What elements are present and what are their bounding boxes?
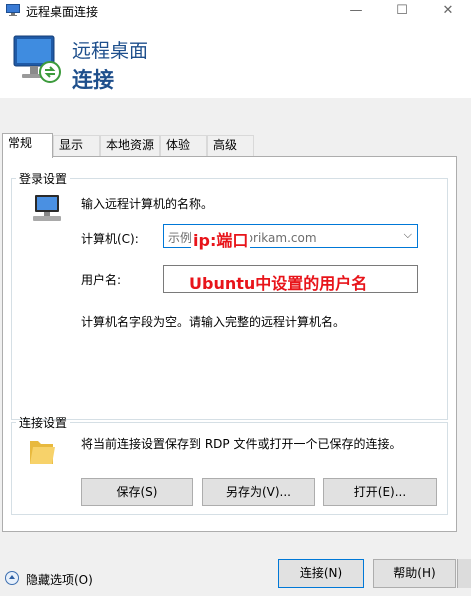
tab-experience[interactable]: 体验 bbox=[160, 135, 207, 156]
title-bar: 远程桌面连接 — ☐ ✕ bbox=[0, 0, 471, 22]
collapse-options-icon[interactable] bbox=[5, 571, 19, 585]
connection-settings-legend: 连接设置 bbox=[19, 416, 68, 430]
username-annotation: Ubuntu中设置的用户名 bbox=[189, 274, 368, 293]
minimize-button[interactable]: — bbox=[333, 0, 379, 22]
header-banner: 远程桌面 连接 bbox=[0, 22, 471, 98]
ip-port-annotation: ip:端口 bbox=[191, 227, 251, 251]
folder-icon bbox=[30, 441, 55, 464]
computer-icon bbox=[33, 195, 61, 221]
hide-options-link[interactable]: 隐藏选项(O) bbox=[26, 571, 93, 588]
close-button[interactable]: ✕ bbox=[425, 0, 471, 22]
resize-grip[interactable] bbox=[457, 559, 471, 588]
save-as-button[interactable]: 另存为(V)... bbox=[202, 478, 315, 506]
empty-computer-hint: 计算机名字段为空。请输入完整的远程计算机名。 bbox=[81, 315, 346, 329]
tab-general[interactable]: 常规 bbox=[2, 133, 53, 158]
tab-advanced[interactable]: 高级 bbox=[207, 135, 254, 156]
save-button[interactable]: 保存(S) bbox=[81, 478, 193, 506]
help-button[interactable]: 帮助(H) bbox=[373, 559, 456, 588]
general-tab-panel: 登录设置 输入远程计算机的名称。 计算机(C): 示例 .fabrikam.com… bbox=[2, 156, 457, 532]
login-settings-group: 登录设置 bbox=[11, 170, 448, 420]
username-label: 用户名: bbox=[81, 273, 122, 287]
banner-subtitle: 连接 bbox=[72, 68, 114, 92]
window-title: 远程桌面连接 bbox=[26, 5, 99, 19]
computer-label: 计算机(C): bbox=[81, 232, 139, 246]
username-field[interactable]: Ubuntu中设置的用户名 bbox=[163, 265, 418, 293]
chevron-down-icon[interactable]: ⌵ bbox=[404, 228, 412, 242]
maximize-button[interactable]: ☐ bbox=[379, 0, 425, 22]
computer-combobox[interactable]: 示例 .fabrikam.com ⌵ ip:端口 bbox=[163, 224, 418, 251]
remote-computer-icon bbox=[13, 35, 61, 83]
tab-display[interactable]: 显示 bbox=[53, 135, 100, 156]
open-button[interactable]: 打开(E)... bbox=[323, 478, 437, 506]
login-settings-legend: 登录设置 bbox=[19, 172, 68, 186]
tab-strip: 常规 显示 本地资源 体验 高级 bbox=[0, 133, 471, 158]
login-prompt-text: 输入远程计算机的名称。 bbox=[81, 197, 214, 211]
connect-button[interactable]: 连接(N) bbox=[278, 559, 364, 588]
tab-local-resources[interactable]: 本地资源 bbox=[100, 135, 160, 156]
remote-desktop-icon bbox=[6, 4, 20, 16]
banner-title: 远程桌面 bbox=[72, 40, 149, 62]
connection-description: 将当前连接设置保存到 RDP 文件或打开一个已保存的连接。 bbox=[81, 437, 402, 451]
